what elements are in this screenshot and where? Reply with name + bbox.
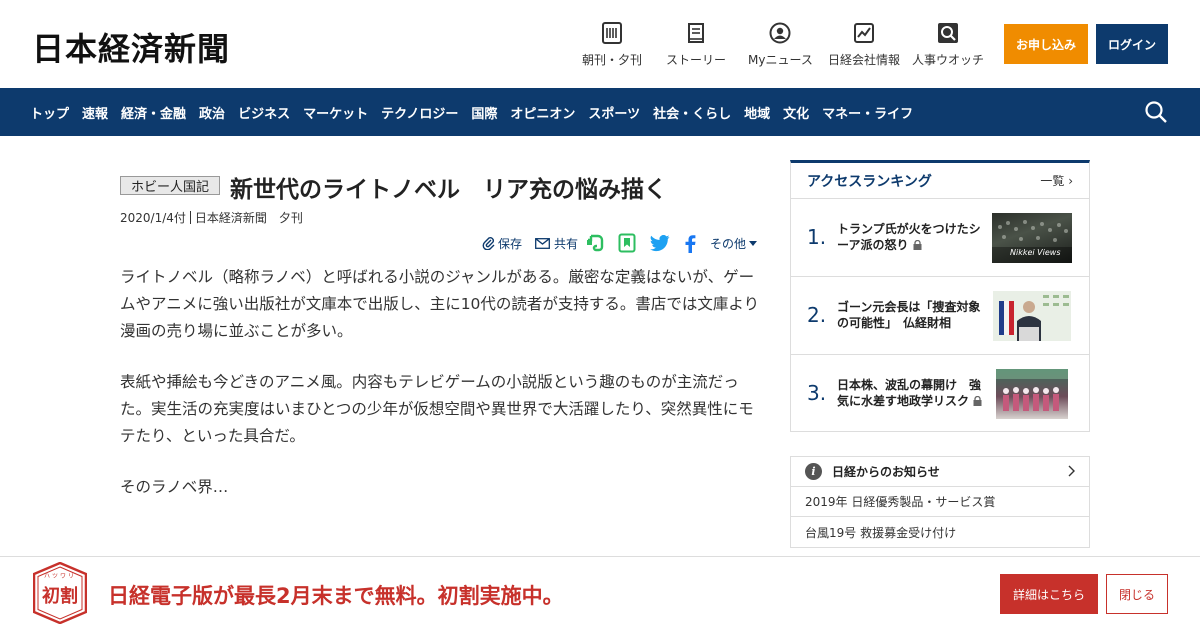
nav-morning-evening[interactable]: 朝刊・夕刊 [582, 22, 642, 68]
bookmark-icon[interactable] [618, 233, 636, 253]
facebook-icon[interactable] [684, 234, 696, 253]
rank-number: 3. [807, 381, 827, 405]
main-nav-item[interactable]: 社会・くらし [653, 103, 731, 122]
promo-detail-button[interactable]: 詳細はこちら [1000, 574, 1098, 614]
main-nav-item[interactable]: オピニオン [510, 103, 575, 122]
article-paragraph: そのラノベ界… [120, 478, 229, 496]
main-nav-item[interactable]: 地域 [744, 103, 770, 122]
main-nav-item[interactable]: 速報 [82, 103, 108, 122]
caret-down-icon [749, 240, 758, 246]
nav-personnel-watch[interactable]: 人事ウオッチ [912, 22, 984, 68]
main-nav-item[interactable]: 経済・金融 [121, 103, 186, 122]
notice-header[interactable]: i 日経からのお知らせ [791, 457, 1089, 487]
article-source: 日本経済新聞 夕刊 [194, 211, 303, 225]
notice-item[interactable]: 台風19号 救援募金受け付け [791, 517, 1089, 547]
share-label: 共有 [554, 236, 579, 251]
ranking-thumbnail [993, 291, 1071, 341]
chart-icon [853, 22, 875, 44]
main-nav-item[interactable]: テクノロジー [381, 103, 458, 122]
main-nav-item[interactable]: スポーツ [588, 103, 640, 122]
main-nav-item[interactable]: トップ [30, 103, 69, 122]
info-icon: i [805, 463, 822, 480]
badge-main: 初割 [42, 586, 78, 607]
badge-ruby: ハツワリ [43, 573, 76, 580]
ranking-more-link[interactable]: 一覧 › [1040, 172, 1073, 189]
nav-story[interactable]: ストーリー [666, 22, 726, 68]
mail-icon [535, 237, 550, 249]
rank-number: 1. [807, 225, 827, 249]
ranking-item-title: トランプ氏が火をつけたシーア派の怒り [837, 221, 987, 253]
ranking-item-title: 日本株、波乱の幕開け 強気に水差す地政学リスク [837, 377, 987, 409]
nav-label: 朝刊・夕刊 [582, 53, 643, 67]
main-nav-item[interactable]: 政治 [199, 103, 225, 122]
promo-close-button[interactable]: 閉じる [1106, 574, 1168, 614]
ranking-item[interactable]: 3. 日本株、波乱の幕開け 強気に水差す地政学リスク [791, 355, 1089, 433]
save-label: 保存 [498, 236, 523, 251]
ranking-item-title: ゴーン元会長は「捜査対象の可能性」 仏経財相 [837, 299, 987, 331]
share-button[interactable]: 共有 [535, 234, 578, 252]
access-ranking: アクセスランキング 一覧 › 1. トランプ氏が火をつけたシーア派の怒り Nik… [790, 160, 1090, 432]
article-date: 2020/1/4付 [120, 211, 186, 225]
article-dateline: 2020/1/4付 日本経済新聞 夕刊 [120, 209, 303, 226]
clip-icon [482, 236, 495, 250]
book-icon [685, 22, 707, 44]
site-header: 日本経済新聞 朝刊・夕刊 ストーリー Myニュース 日経会社情報 人事ウオッチ … [0, 0, 1200, 88]
chevron-right-icon: › [1068, 174, 1073, 188]
ranking-thumbnail: Nikkei Views [992, 213, 1072, 263]
nav-my-news[interactable]: Myニュース [748, 22, 813, 68]
ranking-more-label: 一覧 [1040, 174, 1065, 188]
lock-icon [913, 238, 922, 250]
notice-title: 日経からのお知らせ [832, 465, 940, 479]
lock-icon [973, 394, 982, 406]
main-nav-item[interactable]: 文化 [783, 103, 809, 122]
site-logo[interactable]: 日本経済新聞 [32, 24, 230, 70]
ranking-thumbnail [996, 369, 1068, 419]
nav-label: 人事ウオッチ [912, 53, 985, 67]
subscribe-button[interactable]: お申し込み [1004, 24, 1088, 64]
article-category-tag[interactable]: ホビー人国記 [120, 176, 220, 195]
login-button[interactable]: ログイン [1096, 24, 1168, 64]
thumbnail-caption: Nikkei Views [1010, 248, 1061, 257]
ranking-item[interactable]: 2. ゴーン元会長は「捜査対象の可能性」 仏経財相 [791, 277, 1089, 355]
search-icon[interactable] [1144, 100, 1168, 124]
main-navigation: トップ 速報 経済・金融 政治 ビジネス マーケット テクノロジー 国際 オピニオン スポーツ 社会… [0, 88, 1200, 136]
search-person-icon [937, 22, 959, 44]
chevron-right-icon [1068, 465, 1075, 480]
main-nav-item[interactable]: マネー・ライフ [822, 103, 913, 122]
ranking-title: アクセスランキング [807, 173, 932, 190]
article-headline: 新世代のライトノベル リア充の悩み描く [230, 177, 667, 203]
save-button[interactable]: 保存 [482, 234, 522, 252]
rank-number: 2. [807, 303, 827, 327]
nav-label: ストーリー [666, 53, 727, 67]
person-icon [769, 22, 791, 44]
ranking-item-text: 日本株、波乱の幕開け 強気に水差す地政学リスク [837, 378, 982, 408]
twitter-icon[interactable] [650, 234, 670, 252]
evernote-icon[interactable] [586, 234, 604, 252]
nav-label: Myニュース [748, 53, 813, 67]
ranking-item[interactable]: 1. トランプ氏が火をつけたシーア派の怒り Nikkei Views [791, 199, 1089, 277]
promo-text: 日経電子版が最長2月末まで無料。初割実施中。 [108, 584, 564, 608]
newspaper-icon [601, 22, 623, 44]
ranking-header: アクセスランキング 一覧 › [791, 163, 1089, 199]
hatsuwari-badge: ハツワリ 初割 [32, 561, 88, 625]
ranking-item-text: ゴーン元会長は「捜査対象の可能性」 仏経財相 [837, 300, 981, 330]
ranking-item-text: トランプ氏が火をつけたシーア派の怒り [837, 222, 981, 252]
main-nav-list: トップ 速報 経済・金融 政治 ビジネス マーケット テクノロジー 国際 オピニオン スポーツ 社会… [0, 88, 1200, 136]
other-label: その他 [710, 236, 747, 251]
main-nav-item[interactable]: ビジネス [238, 103, 290, 122]
article-paragraph: ライトノベル（略称ラノベ）と呼ばれる小説のジャンルがある。厳密な定義はないが、ゲ… [120, 268, 760, 340]
nikkei-notice-box: i 日経からのお知らせ 2019年 日経優秀製品・サービス賞 台風19号 救援募… [790, 456, 1090, 548]
article-paragraph: 表紙や挿絵も今どきのアニメ風。内容もテレビゲームの小説版という趣のものが主流だっ… [120, 373, 754, 445]
main-nav-item[interactable]: マーケット [303, 103, 368, 122]
notice-item[interactable]: 2019年 日経優秀製品・サービス賞 [791, 487, 1089, 517]
other-share-dropdown[interactable]: その他 [710, 234, 758, 252]
main-nav-item[interactable]: 国際 [471, 103, 497, 122]
nav-label: 日経会社情報 [828, 53, 901, 67]
nav-company-info[interactable]: 日経会社情報 [828, 22, 900, 68]
